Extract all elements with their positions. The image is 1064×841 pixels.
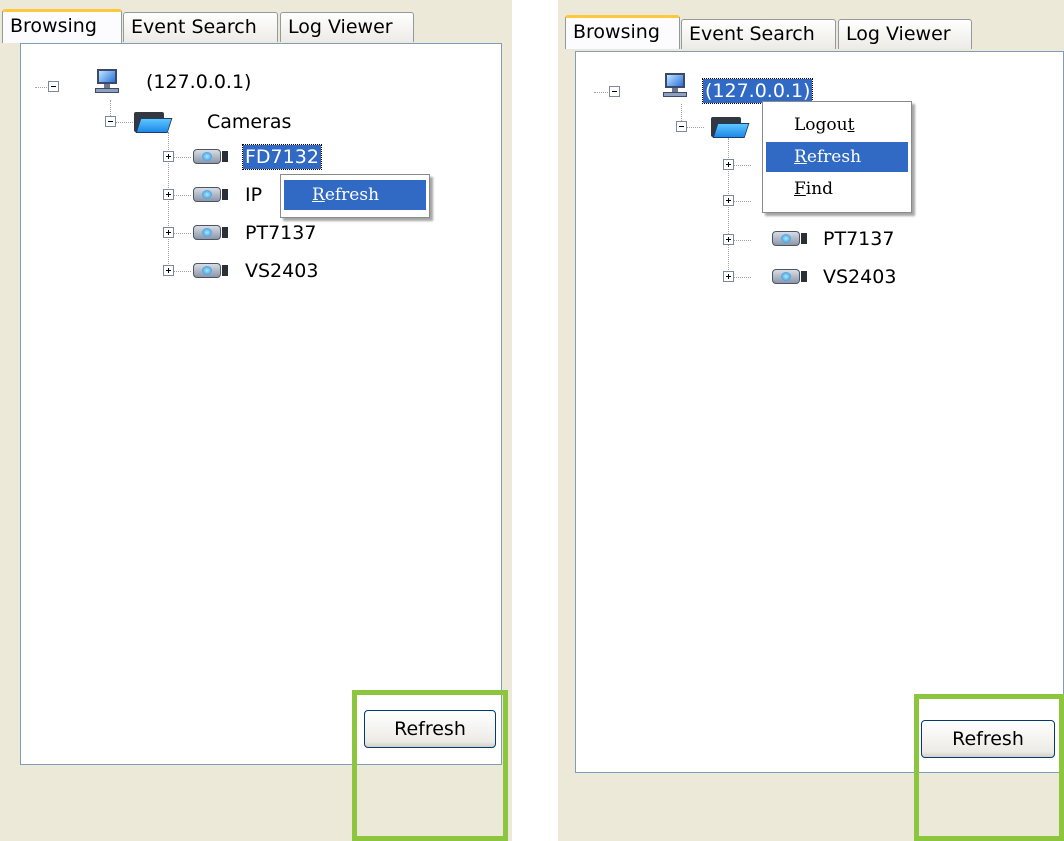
context-menu: Logout Refresh Find (762, 101, 912, 213)
menu-item-refresh[interactable]: Refresh (284, 180, 426, 210)
expand-camera-toggle[interactable] (163, 265, 174, 276)
collapse-server-toggle[interactable] (609, 86, 620, 97)
collapse-server-toggle[interactable] (48, 81, 59, 92)
folder-icon (711, 115, 750, 139)
menu-item-refresh[interactable]: Refresh (766, 142, 908, 172)
tree-node-camera[interactable]: PT7137 (243, 221, 318, 245)
tab-bar: Browsing Event Search Log Viewer (558, 0, 1064, 49)
menu-item-label: ind (805, 179, 834, 199)
camera-icon (193, 185, 229, 203)
refresh-button[interactable]: Refresh (364, 710, 496, 748)
expand-camera-toggle[interactable] (163, 227, 174, 238)
camera-icon (193, 261, 229, 279)
tab-event-search[interactable]: Event Search (681, 19, 836, 49)
expand-camera-toggle[interactable] (723, 271, 734, 282)
tab-event-search[interactable]: Event Search (123, 12, 278, 42)
right-panel: Browsing Event Search Log Viewer (127.0.… (558, 0, 1064, 841)
refresh-button[interactable]: Refresh (921, 720, 1055, 758)
tab-bar: Browsing Event Search Log Viewer (0, 0, 512, 44)
expand-camera-toggle[interactable] (163, 189, 174, 200)
menu-item-find[interactable]: Find (766, 174, 908, 204)
computer-icon (662, 73, 688, 99)
tab-log-viewer[interactable]: Log Viewer (280, 12, 414, 42)
tab-log-viewer[interactable]: Log Viewer (838, 19, 972, 49)
computer-icon (94, 69, 120, 95)
expand-camera-toggle[interactable] (723, 195, 734, 206)
expand-camera-toggle[interactable] (723, 234, 734, 245)
collapse-cameras-toggle[interactable] (105, 116, 116, 127)
camera-icon (772, 267, 808, 285)
camera-icon (193, 223, 229, 241)
folder-icon (134, 110, 173, 134)
tab-browsing[interactable]: Browsing (565, 15, 680, 49)
menu-item-accel: t (847, 115, 855, 135)
tree-node-camera[interactable]: IP (243, 183, 264, 207)
collapse-cameras-toggle[interactable] (676, 121, 687, 132)
expand-camera-toggle[interactable] (723, 159, 734, 170)
context-menu: Refresh (280, 174, 430, 218)
menu-item-logout[interactable]: Logout (766, 110, 908, 140)
camera-icon (193, 147, 229, 165)
tree-node-camera[interactable]: VS2403 (821, 265, 898, 289)
tree-node-camera[interactable]: PT7137 (821, 227, 896, 251)
menu-item-accel: F (794, 179, 806, 199)
device-tree[interactable]: (127.0.0.1) Cameras FD7132 IP PT7137 VS2… (20, 43, 502, 765)
tree-node-server[interactable]: (127.0.0.1) (701, 78, 814, 104)
tree-node-camera[interactable]: VS2403 (243, 259, 320, 283)
tree-node-server[interactable]: (127.0.0.1) (144, 70, 253, 94)
tree-node-cameras[interactable]: Cameras (205, 110, 293, 134)
tree-node-camera[interactable]: FD7132 (242, 144, 322, 170)
menu-item-label: Logou (794, 115, 848, 135)
menu-item-accel: R (794, 147, 807, 167)
left-panel: Browsing Event Search Log Viewer (127.0.… (0, 0, 512, 841)
expand-camera-toggle[interactable] (163, 151, 174, 162)
menu-item-accel: R (312, 185, 325, 205)
tab-browsing[interactable]: Browsing (2, 9, 122, 43)
menu-item-label: efresh (324, 185, 380, 205)
menu-item-label: efresh (806, 147, 862, 167)
camera-icon (772, 229, 808, 247)
